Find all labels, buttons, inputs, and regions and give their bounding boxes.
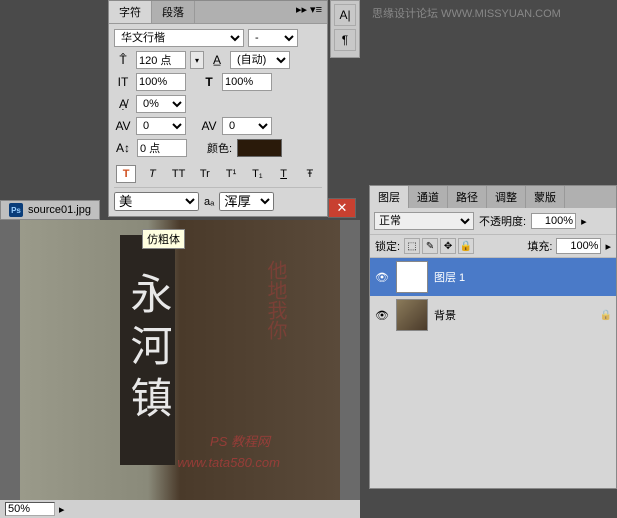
char-panel-tabs: 字符 段落 ▸▸ ▾≡	[109, 1, 327, 24]
opacity-arrow-icon[interactable]: ▸	[581, 215, 587, 228]
smallcaps-button[interactable]: Tr	[195, 165, 215, 183]
v-scale-input[interactable]	[136, 73, 186, 91]
opacity-input[interactable]	[531, 213, 576, 229]
kerning2-select[interactable]: 0	[222, 117, 272, 135]
layer-name[interactable]: 背景	[434, 307, 594, 323]
baseline-icon: A↕	[114, 140, 132, 156]
color-swatch[interactable]	[237, 139, 282, 157]
tracking-icon: Ạ̸	[114, 96, 132, 112]
layers-panel: 图层 通道 路径 调整 蒙版 正常 不透明度: ▸ 锁定: ⬚ ✎ ✥ 🔒 填充…	[369, 185, 617, 489]
character-panel: 字符 段落 ▸▸ ▾≡ 华文行楷 - T̂ ▾ A̲ (自动) IT T Ạ̸ …	[108, 0, 328, 217]
kerning-icon: AV	[114, 118, 132, 134]
leading-select[interactable]: (自动)	[230, 51, 290, 69]
subscript-button[interactable]: T₁	[247, 165, 267, 183]
tab-paths[interactable]: 路径	[448, 186, 487, 208]
fill-label: 填充:	[527, 238, 552, 254]
ps-icon: Ps	[9, 203, 23, 217]
lock-transparency-icon[interactable]: ⬚	[404, 238, 420, 254]
tab-paragraph[interactable]: 段落	[152, 1, 195, 23]
lock-all-icon[interactable]: 🔒	[458, 238, 474, 254]
tooltip: 仿粗体	[142, 229, 185, 249]
allcaps-button[interactable]: TT	[169, 165, 189, 183]
kerning2-icon: AV	[200, 118, 218, 134]
close-button[interactable]: ✕	[328, 198, 356, 218]
layer-item[interactable]: 👁 背景 🔒	[370, 296, 616, 334]
zoom-dropdown-icon[interactable]: ▸	[55, 503, 69, 516]
lock-label: 锁定:	[375, 238, 400, 254]
document-name: source01.jpg	[28, 204, 91, 216]
v-scale-icon: IT	[114, 74, 132, 90]
color-label: 颜色:	[207, 140, 232, 156]
superscript-button[interactable]: T¹	[221, 165, 241, 183]
visibility-icon[interactable]: 👁	[374, 269, 390, 285]
watermark-seal: 他地我你	[261, 260, 290, 340]
lock-position-icon[interactable]: ✥	[440, 238, 456, 254]
antialias-icon: aₐ	[204, 196, 214, 208]
lock-pixels-icon[interactable]: ✎	[422, 238, 438, 254]
type-style-buttons: T T TT Tr T¹ T₁ T Ŧ	[114, 161, 322, 187]
font-size-input[interactable]	[136, 51, 186, 69]
opacity-label: 不透明度:	[479, 213, 526, 229]
tab-masks[interactable]: 蒙版	[526, 186, 565, 208]
layer-list: 👁 T 图层 1 👁 背景 🔒	[370, 258, 616, 488]
strikethrough-button[interactable]: Ŧ	[300, 165, 320, 183]
kerning-select[interactable]: 0	[136, 117, 186, 135]
layer-item[interactable]: 👁 T 图层 1	[370, 258, 616, 296]
leading-icon: A̲	[208, 52, 226, 68]
para-panel-icon[interactable]: ¶	[334, 29, 356, 51]
zoom-input[interactable]	[5, 502, 55, 516]
collapsed-panels: A| ¶	[330, 0, 360, 58]
underline-button[interactable]: T	[274, 165, 294, 183]
tab-character[interactable]: 字符	[109, 1, 152, 23]
antialias-select[interactable]: 浑厚	[219, 192, 274, 211]
font-size-icon: T̂	[114, 52, 132, 68]
language-select[interactable]: 美	[114, 192, 199, 211]
tracking-select[interactable]: 0%	[136, 95, 186, 113]
panel-menu-icon[interactable]: ▸▸ ▾≡	[291, 1, 327, 23]
font-style-select[interactable]: -	[248, 29, 298, 47]
visibility-icon[interactable]: 👁	[374, 307, 390, 323]
h-scale-input[interactable]	[222, 73, 272, 91]
watermark-text2: www.tata580.com	[177, 455, 280, 470]
canvas-area[interactable]: 永河镇 他地我你 PS 教程网 www.tata580.com	[0, 220, 360, 518]
document-tab[interactable]: Ps source01.jpg	[0, 200, 100, 220]
vertical-text-layer: 永河镇	[120, 235, 175, 465]
fill-input[interactable]	[556, 238, 601, 254]
layer-thumb-bg[interactable]	[396, 299, 428, 331]
layer-name[interactable]: 图层 1	[434, 269, 612, 285]
blend-mode-select[interactable]: 正常	[374, 212, 474, 230]
tab-adjustments[interactable]: 调整	[487, 186, 526, 208]
forum-banner: 思缘设计论坛 WWW.MISSYUAN.COM	[367, 0, 617, 30]
fill-arrow-icon[interactable]: ▸	[605, 240, 611, 253]
lock-icon: 🔒	[600, 310, 612, 321]
font-family-select[interactable]: 华文行楷	[114, 29, 244, 47]
tab-layers[interactable]: 图层	[370, 186, 409, 208]
faux-italic-button[interactable]: T	[142, 165, 162, 183]
h-scale-icon: T	[200, 74, 218, 90]
char-panel-icon[interactable]: A|	[334, 4, 356, 26]
watermark-text1: PS 教程网	[210, 431, 270, 450]
baseline-input[interactable]	[137, 139, 187, 157]
layer-thumb-text[interactable]: T	[396, 261, 428, 293]
zoom-bar: ▸	[0, 500, 360, 518]
faux-bold-button[interactable]: T	[116, 165, 136, 183]
image-preview: 永河镇 他地我你 PS 教程网 www.tata580.com	[20, 220, 340, 500]
tab-channels[interactable]: 通道	[409, 186, 448, 208]
size-dropdown-icon[interactable]: ▾	[190, 51, 204, 69]
